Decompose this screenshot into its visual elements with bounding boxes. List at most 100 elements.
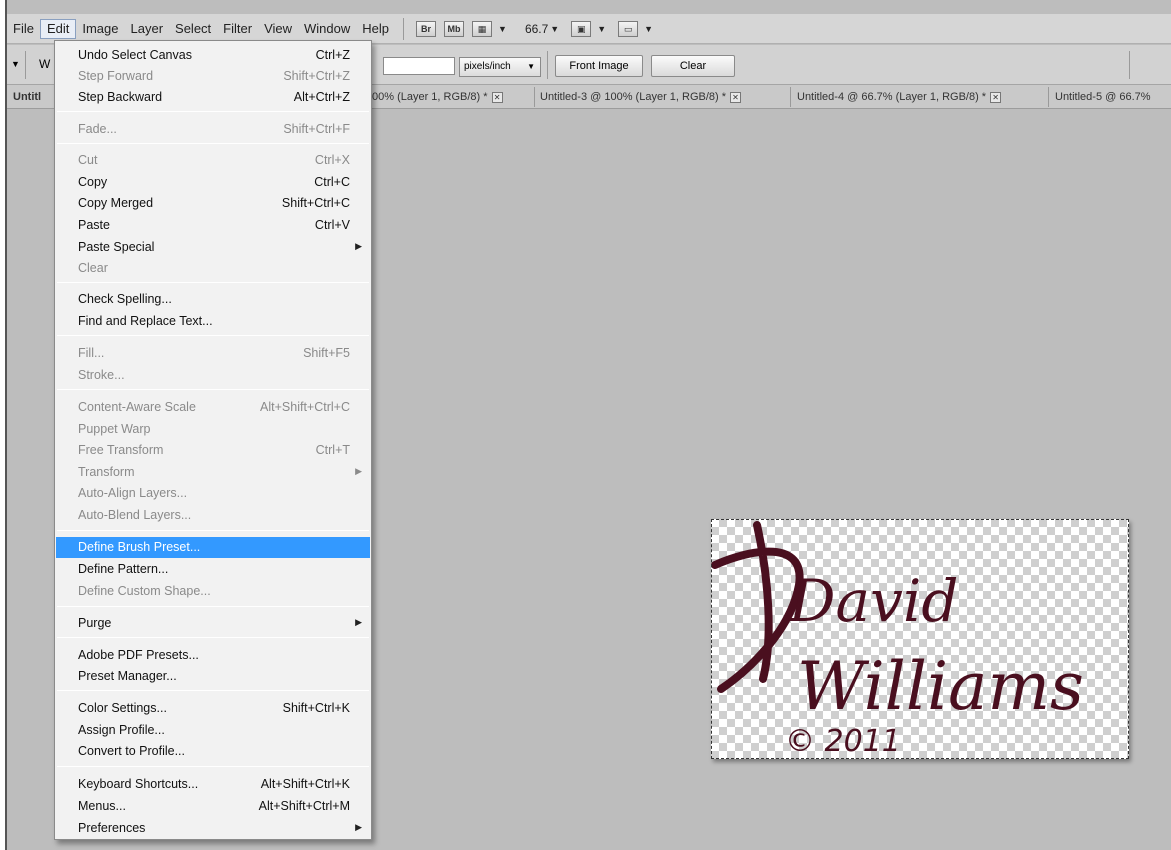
menu-item-paste[interactable]: Paste Ctrl+V [56,215,370,236]
tool-preset-dropdown-icon[interactable]: ▼ [11,59,20,69]
menu-item-label: Puppet Warp [78,422,151,436]
menu-view[interactable]: View [258,19,298,39]
tab-label: Untitled-4 @ 66.7% (Layer 1, RGB/8) * [797,91,987,103]
tab-untitled-4[interactable]: Untitled-4 @ 66.7% (Layer 1, RGB/8) * ✕ [797,85,1047,109]
menu-item-copy[interactable]: Copy Ctrl+C [56,172,370,193]
menu-item-shortcut: Alt+Shift+Ctrl+K [260,777,350,791]
extras-icon[interactable]: ▦ [472,20,493,37]
menu-separator [57,766,369,767]
menu-item-label: Paste Special [78,240,155,254]
tab-untitled-2[interactable]: 00% (Layer 1, RGB/8) * ✕ [372,85,532,109]
menu-filter[interactable]: Filter [217,19,258,39]
tab-untitled-5[interactable]: Untitled-5 @ 66.7% [1055,85,1171,109]
submenu-arrow-icon: ▶ [355,241,362,251]
menu-item-assign-profile[interactable]: Assign Profile... [56,720,370,741]
options-divider [25,51,26,79]
menu-item-label: Convert to Profile... [78,744,185,758]
menu-item-convert-to-profile[interactable]: Convert to Profile... [56,741,370,762]
menu-item-stroke[interactable]: Stroke... [56,365,370,386]
menu-item-auto-align-layers[interactable]: Auto-Align Layers... [56,483,370,504]
menu-item-clear[interactable]: Clear [56,258,370,279]
menu-item-step-forward[interactable]: Step Forward Shift+Ctrl+Z [56,66,370,87]
menu-item-purge[interactable]: Purge ▶ [56,613,370,634]
mini-bridge-icon[interactable]: Mb [444,20,465,37]
menu-item-shortcut: Ctrl+C [314,175,350,189]
menu-window[interactable]: Window [298,19,356,39]
menu-item-define-custom-shape[interactable]: Define Custom Shape... [56,581,370,602]
menu-item-cut[interactable]: Cut Ctrl+X [56,150,370,171]
menu-item-shortcut: Ctrl+Z [315,48,350,62]
menu-separator [57,111,369,112]
menu-item-define-brush-preset[interactable]: Define Brush Preset... [56,537,370,558]
menu-item-label: Content-Aware Scale [78,400,196,414]
close-icon[interactable]: ✕ [990,91,1002,103]
chevron-down-icon[interactable]: ▼ [597,24,606,34]
menu-item-label: Keyboard Shortcuts... [78,777,199,791]
menu-item-keyboard-shortcuts[interactable]: Keyboard Shortcuts... Alt+Shift+Ctrl+K [56,774,370,795]
menu-item-define-pattern[interactable]: Define Pattern... [56,559,370,580]
menu-item-fill[interactable]: Fill... Shift+F5 [56,343,370,364]
menu-separator [57,282,369,283]
tab-label: Untitl [13,91,42,103]
menu-item-auto-blend-layers[interactable]: Auto-Blend Layers... [56,505,370,526]
menu-edit[interactable]: Edit [39,18,77,39]
resolution-input[interactable] [383,57,455,75]
front-image-button[interactable]: Front Image [555,55,643,77]
menu-item-copy-merged[interactable]: Copy Merged Shift+Ctrl+C [56,193,370,214]
menu-item-fade[interactable]: Fade... Shift+Ctrl+F [56,119,370,140]
menu-layer[interactable]: Layer [125,19,170,39]
menu-item-step-backward[interactable]: Step Backward Alt+Ctrl+Z [56,87,370,108]
menu-item-shortcut: Ctrl+V [314,218,350,232]
menu-item-find-replace-text[interactable]: Find and Replace Text... [56,311,370,332]
menu-item-label: Stroke... [78,368,125,382]
menu-item-label: Undo Select Canvas [78,48,192,62]
menu-item-paste-special[interactable]: Paste Special ▶ [56,237,370,258]
resolution-unit-select[interactable]: pixels/inch ▼ [459,57,541,77]
menu-item-undo-select-canvas[interactable]: Undo Select Canvas Ctrl+Z [56,45,370,66]
tab-label: 00% (Layer 1, RGB/8) * [372,91,488,103]
menu-item-shortcut: Alt+Ctrl+Z [293,90,350,104]
tab-untitled-1[interactable]: Untitl [13,85,53,109]
menu-item-label: Preferences [78,821,146,835]
bridge-icon[interactable]: Br [416,20,437,37]
menu-item-free-transform[interactable]: Free Transform Ctrl+T [56,440,370,461]
menu-item-label: Define Pattern... [78,562,169,576]
menu-item-label: Copy Merged [78,196,154,210]
menu-item-transform[interactable]: Transform ▶ [56,462,370,483]
menu-separator [57,606,369,607]
menu-separator [57,389,369,390]
menu-item-label: Cut [78,153,98,167]
document-canvas[interactable]: David Williams © 2011 [711,519,1129,759]
submenu-arrow-icon: ▶ [355,617,362,627]
zoom-level[interactable]: 66.7 [525,22,548,36]
tab-untitled-3[interactable]: Untitled-3 @ 100% (Layer 1, RGB/8) * ✕ [540,85,790,109]
menu-item-label: Check Spelling... [78,292,172,306]
menu-select[interactable]: Select [169,19,217,39]
menu-separator [57,335,369,336]
screen-mode-icon[interactable]: ▭ [618,20,639,37]
menu-item-color-settings[interactable]: Color Settings... Shift+Ctrl+K [56,698,370,719]
menu-item-content-aware-scale[interactable]: Content-Aware Scale Alt+Shift+Ctrl+C [56,397,370,418]
photoshop-window: File Edit Image Layer Select Filter View… [5,0,1171,850]
clear-button[interactable]: Clear [651,55,735,77]
menu-item-menus[interactable]: Menus... Alt+Shift+Ctrl+M [56,796,370,817]
menu-help[interactable]: Help [356,19,395,39]
chevron-down-icon[interactable]: ▼ [550,24,559,34]
menu-item-check-spelling[interactable]: Check Spelling... [56,289,370,310]
menu-item-preset-manager[interactable]: Preset Manager... [56,666,370,687]
close-icon[interactable]: ✕ [730,91,742,103]
tab-divider [790,87,791,107]
arrange-documents-icon[interactable]: ▣ [571,20,592,37]
menu-item-puppet-warp[interactable]: Puppet Warp [56,419,370,440]
menu-item-shortcut: Ctrl+T [315,443,350,457]
menu-item-adobe-pdf-presets[interactable]: Adobe PDF Presets... [56,645,370,666]
menu-item-label: Define Custom Shape... [78,584,211,598]
close-icon[interactable]: ✕ [491,91,503,103]
menu-item-shortcut: Alt+Shift+Ctrl+M [258,799,350,813]
chevron-down-icon[interactable]: ▼ [498,24,507,34]
menu-file[interactable]: File [7,19,40,39]
chevron-down-icon[interactable]: ▼ [644,24,653,34]
menu-item-preferences[interactable]: Preferences ▶ [56,818,370,839]
menu-image[interactable]: Image [76,19,124,39]
menu-item-label: Assign Profile... [78,723,165,737]
